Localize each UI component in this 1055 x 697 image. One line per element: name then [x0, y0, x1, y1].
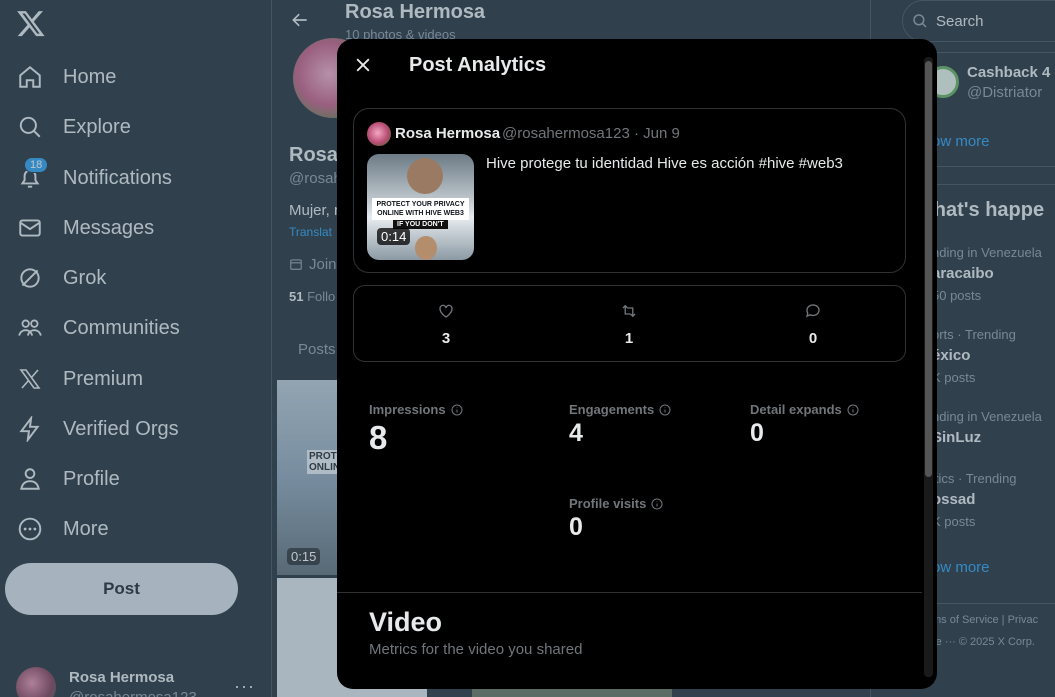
reposts-stat[interactable]: 1	[599, 302, 659, 347]
engagements-label: Engagements	[569, 402, 655, 417]
video-thumbnail[interactable]: PROTECT YOUR PRIVACY ONLINE WITH HIVE WE…	[367, 154, 474, 260]
profile-visits-metric: Profile visits 0	[569, 496, 663, 542]
profile-visits-label-row: Profile visits	[569, 496, 663, 511]
detail-expands-label-row: Detail expands	[750, 402, 859, 417]
close-icon[interactable]	[353, 55, 373, 75]
info-icon[interactable]	[651, 498, 663, 510]
post-handle-date: @rosahermosa123 · Jun 9	[502, 125, 680, 142]
thumbnail-person	[415, 236, 437, 260]
repost-icon	[622, 304, 636, 318]
replies-count: 0	[808, 330, 818, 347]
heart-icon	[439, 304, 453, 318]
reposts-count: 1	[624, 330, 634, 347]
impressions-label-row: Impressions	[369, 402, 463, 417]
impressions-metric: Impressions 8	[369, 402, 463, 457]
video-section-title: Video	[369, 607, 443, 637]
info-icon[interactable]	[847, 404, 859, 416]
likes-count: 3	[441, 330, 451, 347]
video-section-subtitle: Metrics for the video you shared	[369, 641, 583, 658]
avatar	[367, 122, 391, 146]
engagements-label-row: Engagements	[569, 402, 671, 417]
profile-visits-label: Profile visits	[569, 496, 647, 511]
profile-visits-value: 0	[569, 513, 583, 541]
replies-stat[interactable]: 0	[783, 302, 843, 347]
likes-stat[interactable]: 3	[416, 302, 476, 347]
thumbnail-caption: PROTECT YOUR PRIVACY ONLINE WITH HIVE WE…	[372, 198, 469, 220]
impressions-value: 8	[369, 419, 388, 456]
scrollbar-thumb[interactable]	[925, 61, 932, 477]
post-preview-card[interactable]: Rosa Hermosa @rosahermosa123 · Jun 9 PRO…	[353, 108, 906, 273]
modal-title: Post Analytics	[409, 54, 547, 76]
engagements-value: 4	[569, 419, 583, 447]
post-author-name: Rosa Hermosa	[395, 125, 501, 142]
info-icon[interactable]	[659, 404, 671, 416]
engagement-stats-card: 3 1 0	[353, 285, 906, 362]
post-analytics-modal: Post Analytics Rosa Hermosa @rosahermosa…	[337, 39, 937, 689]
thumbnail-person	[407, 158, 443, 194]
section-divider	[337, 592, 922, 593]
engagements-metric: Engagements 4	[569, 402, 671, 448]
info-icon[interactable]	[451, 404, 463, 416]
impressions-label: Impressions	[369, 402, 446, 417]
post-text: Hive protege tu identidad Hive es acción…	[486, 155, 843, 172]
video-duration: 0:14	[377, 228, 411, 245]
detail-expands-label: Detail expands	[750, 402, 842, 417]
detail-expands-value: 0	[750, 419, 764, 447]
detail-expands-metric: Detail expands 0	[750, 402, 859, 448]
reply-icon	[805, 304, 820, 318]
